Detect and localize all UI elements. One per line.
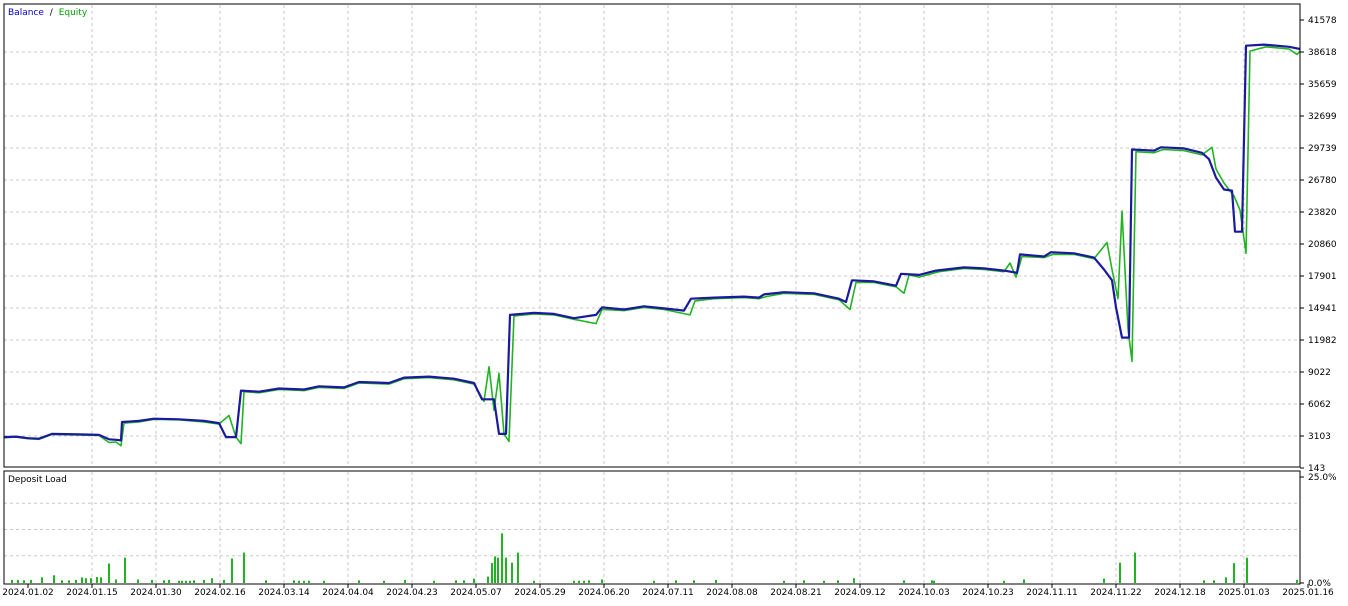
x-tick-label: 2024.05.29 <box>514 588 566 598</box>
x-tick-label: 2024.08.21 <box>770 588 822 598</box>
x-tick-label: 2024.11.11 <box>1026 588 1078 598</box>
x-tick-label: 2024.04.04 <box>322 588 374 598</box>
y-tick-label: 9022 <box>1308 368 1331 378</box>
y-tick-label: 11982 <box>1308 336 1337 346</box>
x-tick-label: 2024.07.11 <box>642 588 694 598</box>
y-tick-label: 14941 <box>1308 304 1337 314</box>
y-tick-label: 20860 <box>1308 240 1337 250</box>
y-tick-label: 25.0% <box>1308 473 1337 483</box>
deposit-bars-layer <box>11 533 1298 583</box>
main-grid <box>4 5 1300 466</box>
x-tick-label: 2024.01.30 <box>130 588 182 598</box>
y-tick-label: 29739 <box>1308 144 1337 154</box>
deposit-panel-frame <box>3 470 1301 585</box>
x-tick-label: 2024.01.02 <box>2 588 54 598</box>
x-tick-label: 2024.06.20 <box>578 588 630 598</box>
series-line-balance <box>3 43 1301 442</box>
panel-frames <box>3 3 1301 585</box>
x-tick-label: 2025.01.16 <box>1282 588 1334 598</box>
x-tick-label: 2024.01.15 <box>66 588 118 598</box>
x-tick-label: 2024.10.03 <box>898 588 950 598</box>
x-tick-label: 2025.01.03 <box>1218 588 1270 598</box>
y-tick-label: 38618 <box>1308 48 1337 58</box>
x-tick-label: 2024.10.23 <box>962 588 1014 598</box>
x-tick-label: 2024.05.07 <box>450 588 502 598</box>
chart-legend: Balance / Equity <box>8 8 88 18</box>
x-tick-label: 2024.02.16 <box>194 588 246 598</box>
y-tick-label: 32699 <box>1308 112 1337 122</box>
deposit-y-axis: 25.0%0.0% <box>1300 473 1337 589</box>
x-tick-label: 2024.09.12 <box>834 588 886 598</box>
x-tick-label: 2024.04.23 <box>386 588 438 598</box>
y-tick-label: 17901 <box>1308 272 1337 282</box>
x-tick-label: 2024.03.14 <box>258 588 310 598</box>
y-tick-label: 26780 <box>1308 176 1337 186</box>
legend-separator: / <box>50 8 54 18</box>
y-tick-label: 6062 <box>1308 400 1331 410</box>
y-tick-label: 3103 <box>1308 432 1331 442</box>
balance-equity-chart-svg: 1433103606290221198214941179012086023820… <box>2 3 1337 598</box>
x-tick-label: 2024.12.18 <box>1154 588 1206 598</box>
y-tick-label: 23820 <box>1308 208 1337 218</box>
y-tick-label: 35659 <box>1308 80 1337 90</box>
main-panel-frame <box>3 3 1301 468</box>
legend-balance: Balance <box>8 8 44 18</box>
series-line-equity <box>3 46 1301 447</box>
x-tick-label: 2024.08.08 <box>706 588 758 598</box>
legend-equity: Equity <box>59 8 88 18</box>
series-layer <box>3 43 1301 447</box>
y-tick-label: 41578 <box>1308 16 1337 26</box>
deposit-panel-title: Deposit Load <box>8 475 67 485</box>
main-y-axis: 1433103606290221198214941179012086023820… <box>1300 16 1337 474</box>
strategy-tester-chart: 143 3103 6062 9022 11982 14941 17901 20860 23820… <box>0 0 1348 602</box>
deposit-grid <box>4 472 1300 583</box>
x-axis: 2024.01.02 2024.01.15 2024.01.30 2024.02.16… <box>2 584 1334 598</box>
x-tick-label: 2024.11.22 <box>1090 588 1142 598</box>
